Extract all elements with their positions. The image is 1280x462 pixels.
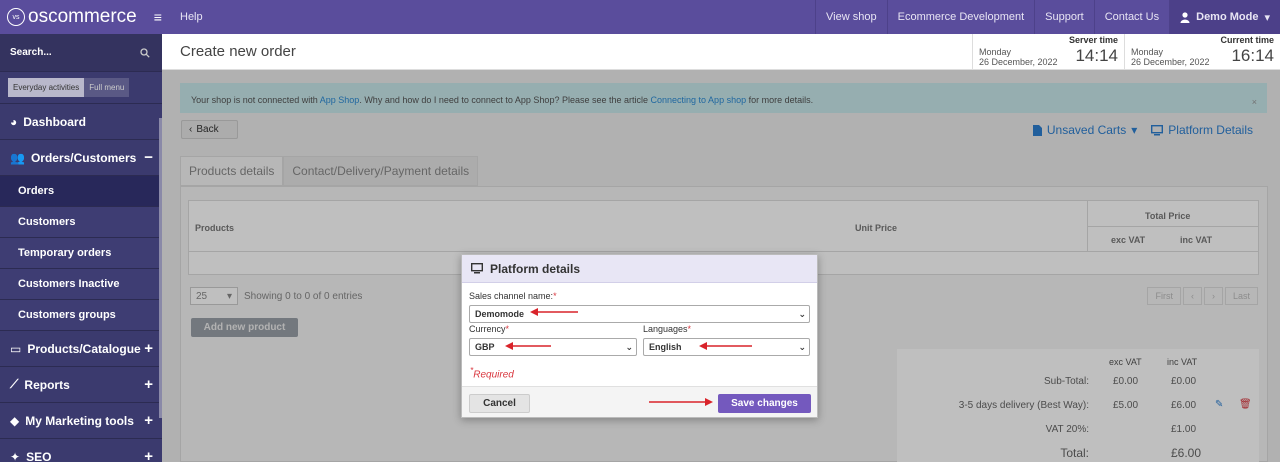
sidebar-item-reports[interactable]: ⟋ Reports + bbox=[0, 367, 162, 403]
tag-icon: ◆ bbox=[10, 413, 20, 428]
everyday-activities-button[interactable]: Everyday activities bbox=[8, 78, 85, 97]
sidebar-item-marketing[interactable]: ◆ My Marketing tools + bbox=[0, 403, 162, 439]
current-date: Monday 26 December, 2022 bbox=[1131, 47, 1210, 67]
annotation-arrow-icon bbox=[699, 342, 752, 350]
sidebar-search[interactable]: Search... bbox=[0, 34, 162, 72]
help-link[interactable]: Help bbox=[162, 11, 203, 23]
sidebar-item-label: Products/Catalogue bbox=[27, 341, 141, 356]
server-clock: 14:14 bbox=[1075, 46, 1118, 65]
sidebar-item-customers-inactive[interactable]: Customers Inactive bbox=[0, 269, 162, 300]
menu-mode-switch: Everyday activities Full menu bbox=[0, 72, 162, 104]
full-menu-button[interactable]: Full menu bbox=[84, 78, 130, 97]
modal-title: Platform details bbox=[490, 261, 581, 276]
sidebar-item-dashboard[interactable]: ◕ Dashboard bbox=[0, 104, 162, 140]
server-date: Monday 26 December, 2022 bbox=[979, 47, 1058, 67]
dashboard-icon: ◕ bbox=[10, 114, 18, 129]
annotation-arrow-icon bbox=[505, 342, 551, 350]
expand-icon[interactable]: + bbox=[144, 340, 153, 357]
sidebar-item-label: My Marketing tools bbox=[25, 413, 134, 428]
logo-text: oscommerce bbox=[28, 6, 137, 27]
sidebar-item-orders-customers[interactable]: 👥 Orders/Customers − bbox=[0, 140, 162, 176]
currency-label: Currency* bbox=[469, 324, 510, 334]
user-name: Demo Mode bbox=[1196, 11, 1259, 23]
collapse-icon[interactable]: − bbox=[144, 149, 153, 166]
sidebar-item-seo[interactable]: ✦ SEO + bbox=[0, 439, 162, 462]
users-icon: 👥 bbox=[10, 150, 25, 165]
ecommerce-development-link[interactable]: Ecommerce Development bbox=[886, 0, 1035, 34]
page-header: Create new order Server time Monday 26 De… bbox=[162, 34, 1280, 70]
sidebar-item-customers-groups[interactable]: Customers groups bbox=[0, 300, 162, 331]
server-time: Server time Monday 26 December, 2022 14:1… bbox=[972, 34, 1124, 70]
save-changes-button[interactable]: Save changes bbox=[718, 394, 811, 413]
sidebar-item-orders[interactable]: Orders bbox=[0, 176, 162, 207]
hamburger-icon[interactable]: ≡ bbox=[154, 9, 162, 25]
search-input[interactable]: Search... bbox=[10, 47, 52, 58]
current-clock: 16:14 bbox=[1231, 46, 1274, 65]
sidebar: Search... Everyday activities Full menu … bbox=[0, 34, 162, 462]
sidebar-item-products-catalogue[interactable]: ▭ Products/Catalogue + bbox=[0, 331, 162, 367]
folder-icon: ▭ bbox=[10, 341, 22, 356]
chevron-down-icon: ⌄ bbox=[798, 341, 806, 352]
expand-icon[interactable]: + bbox=[144, 412, 153, 429]
sales-channel-label: Sales channel name:* bbox=[469, 291, 557, 301]
modal-header: Platform details bbox=[462, 255, 817, 283]
current-time-label: Current time bbox=[1220, 35, 1274, 45]
support-link[interactable]: Support bbox=[1034, 0, 1094, 34]
page-title: Create new order bbox=[180, 43, 296, 60]
top-nav: View shop Ecommerce Development Support … bbox=[815, 0, 1280, 34]
sidebar-item-label: Orders/Customers bbox=[30, 150, 137, 165]
expand-icon[interactable]: + bbox=[144, 448, 153, 462]
sidebar-item-label: Reports bbox=[24, 377, 70, 392]
annotation-arrow-icon bbox=[530, 308, 578, 316]
sales-channel-select[interactable]: Demomode ⌄ bbox=[469, 305, 810, 323]
sidebar-item-customers[interactable]: Customers bbox=[0, 207, 162, 238]
sidebar-item-label: Dashboard bbox=[23, 114, 86, 129]
modal-footer: Cancel Save changes bbox=[462, 386, 817, 417]
monitor-icon bbox=[471, 263, 483, 274]
contact-us-link[interactable]: Contact Us bbox=[1093, 0, 1169, 34]
sidebar-item-label: SEO bbox=[26, 449, 52, 462]
annotation-arrow-icon bbox=[649, 398, 713, 406]
caret-down-icon: ▾ bbox=[1264, 11, 1270, 24]
seo-icon: ✦ bbox=[10, 449, 21, 462]
platform-details-modal: Platform details Sales channel name:* De… bbox=[461, 254, 818, 418]
current-time: Current time Monday 26 December, 2022 16:… bbox=[1124, 34, 1280, 70]
logo[interactable]: vs oscommerce ≡ bbox=[0, 0, 162, 34]
cancel-button[interactable]: Cancel bbox=[469, 394, 530, 413]
currency-select[interactable]: GBP ⌄ bbox=[469, 338, 637, 356]
chart-icon: ⟋ bbox=[10, 377, 19, 391]
expand-icon[interactable]: + bbox=[144, 376, 153, 393]
chevron-down-icon: ⌄ bbox=[625, 341, 633, 352]
logo-mark: vs bbox=[7, 8, 25, 26]
top-bar: vs oscommerce ≡ Help View shop Ecommerce… bbox=[0, 0, 1280, 34]
user-icon bbox=[1180, 11, 1190, 23]
view-shop-link[interactable]: View shop bbox=[815, 0, 887, 34]
server-time-label: Server time bbox=[1068, 35, 1118, 45]
chevron-down-icon: ⌄ bbox=[798, 308, 806, 319]
search-icon[interactable] bbox=[140, 47, 150, 58]
languages-label: Languages* bbox=[643, 324, 692, 334]
sidebar-item-temporary-orders[interactable]: Temporary orders bbox=[0, 238, 162, 269]
user-menu[interactable]: Demo Mode ▾ bbox=[1169, 0, 1280, 34]
required-note: *Required bbox=[470, 365, 514, 381]
